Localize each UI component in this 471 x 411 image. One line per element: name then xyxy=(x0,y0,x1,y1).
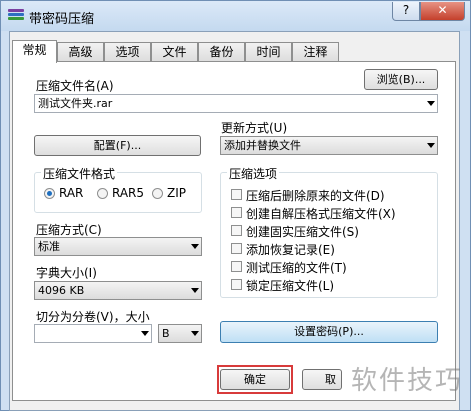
archive-options-title: 压缩选项 xyxy=(227,165,280,182)
update-method-label: 更新方式(U) xyxy=(221,121,288,135)
format-rar-label[interactable]: RAR xyxy=(59,186,83,200)
option-recovery-label[interactable]: 添加恢复记录(E) xyxy=(246,241,335,258)
option-sfx-checkbox[interactable] xyxy=(231,207,242,218)
split-volumes-label: 切分为分卷(V)，大小 xyxy=(36,310,150,324)
format-zip-label[interactable]: ZIP xyxy=(167,186,186,200)
dictionary-size-label: 字典大小(I) xyxy=(36,266,97,280)
split-unit-select[interactable]: B xyxy=(158,324,202,343)
profiles-button[interactable]: 配置(F)... xyxy=(34,135,201,156)
compression-method-select[interactable]: 标准 xyxy=(34,237,202,256)
format-rar5-label[interactable]: RAR5 xyxy=(112,186,144,200)
option-lock-checkbox[interactable] xyxy=(231,279,242,290)
ok-button-highlight xyxy=(217,365,293,394)
dropdown-arrow-icon[interactable] xyxy=(191,244,199,249)
option-test-checkbox[interactable] xyxy=(231,261,242,272)
split-size-combo[interactable] xyxy=(34,324,152,343)
dropdown-arrow-icon[interactable] xyxy=(427,101,435,106)
update-method-value: 添加并替换文件 xyxy=(224,139,301,152)
update-method-select[interactable]: 添加并替换文件 xyxy=(220,136,438,155)
title-bar[interactable]: 带密码压缩 ? ✕ xyxy=(1,1,470,31)
tab-advanced[interactable]: 高级 xyxy=(57,42,104,62)
option-delete-checkbox[interactable] xyxy=(231,189,242,200)
watermark-text: 软件技巧 xyxy=(350,366,463,396)
dictionary-size-value: 4096 KB xyxy=(38,284,85,297)
format-rar-radio[interactable] xyxy=(44,188,55,199)
archive-name-label: 压缩文件名(A) xyxy=(36,79,114,93)
compression-method-label: 压缩方式(C) xyxy=(36,223,102,237)
dropdown-arrow-icon[interactable] xyxy=(141,331,149,336)
window-title: 带密码压缩 xyxy=(29,12,95,27)
close-button[interactable]: ✕ xyxy=(420,2,465,21)
option-solid-label[interactable]: 创建固实压缩文件(S) xyxy=(246,223,359,240)
tab-time[interactable]: 时间 xyxy=(245,42,292,62)
option-test-label[interactable]: 测试压缩的文件(T) xyxy=(246,259,347,276)
archive-name-combo[interactable]: 测试文件夹.rar xyxy=(34,94,438,113)
option-recovery-checkbox[interactable] xyxy=(231,243,242,254)
archive-format-title: 压缩文件格式 xyxy=(41,165,118,182)
tab-comment[interactable]: 注释 xyxy=(292,42,339,62)
compression-method-value: 标准 xyxy=(38,240,60,253)
dictionary-size-select[interactable]: 4096 KB xyxy=(34,281,202,300)
cancel-button[interactable]: 取 xyxy=(302,369,342,390)
set-password-button[interactable]: 设置密码(P)... xyxy=(220,321,438,343)
option-sfx-label[interactable]: 创建自解压格式压缩文件(X) xyxy=(246,205,396,222)
tab-backup[interactable]: 备份 xyxy=(198,42,245,62)
dropdown-arrow-icon[interactable] xyxy=(191,331,199,336)
option-solid-checkbox[interactable] xyxy=(231,225,242,236)
archive-name-value: 测试文件夹.rar xyxy=(38,97,113,110)
tab-files[interactable]: 文件 xyxy=(151,42,198,62)
winrar-icon xyxy=(8,9,24,23)
dropdown-arrow-icon[interactable] xyxy=(191,288,199,293)
format-zip-radio[interactable] xyxy=(152,188,163,199)
browse-button[interactable]: 浏览(B)... xyxy=(364,69,438,90)
option-delete-label[interactable]: 压缩后删除原来的文件(D) xyxy=(246,187,385,204)
help-button[interactable]: ? xyxy=(392,2,420,21)
format-rar5-radio[interactable] xyxy=(97,188,108,199)
dropdown-arrow-icon[interactable] xyxy=(427,143,435,148)
tab-options[interactable]: 选项 xyxy=(104,42,151,62)
option-lock-label[interactable]: 锁定压缩文件(L) xyxy=(246,277,334,294)
tab-general[interactable]: 常规 xyxy=(12,40,57,63)
split-unit-value: B xyxy=(162,327,170,340)
